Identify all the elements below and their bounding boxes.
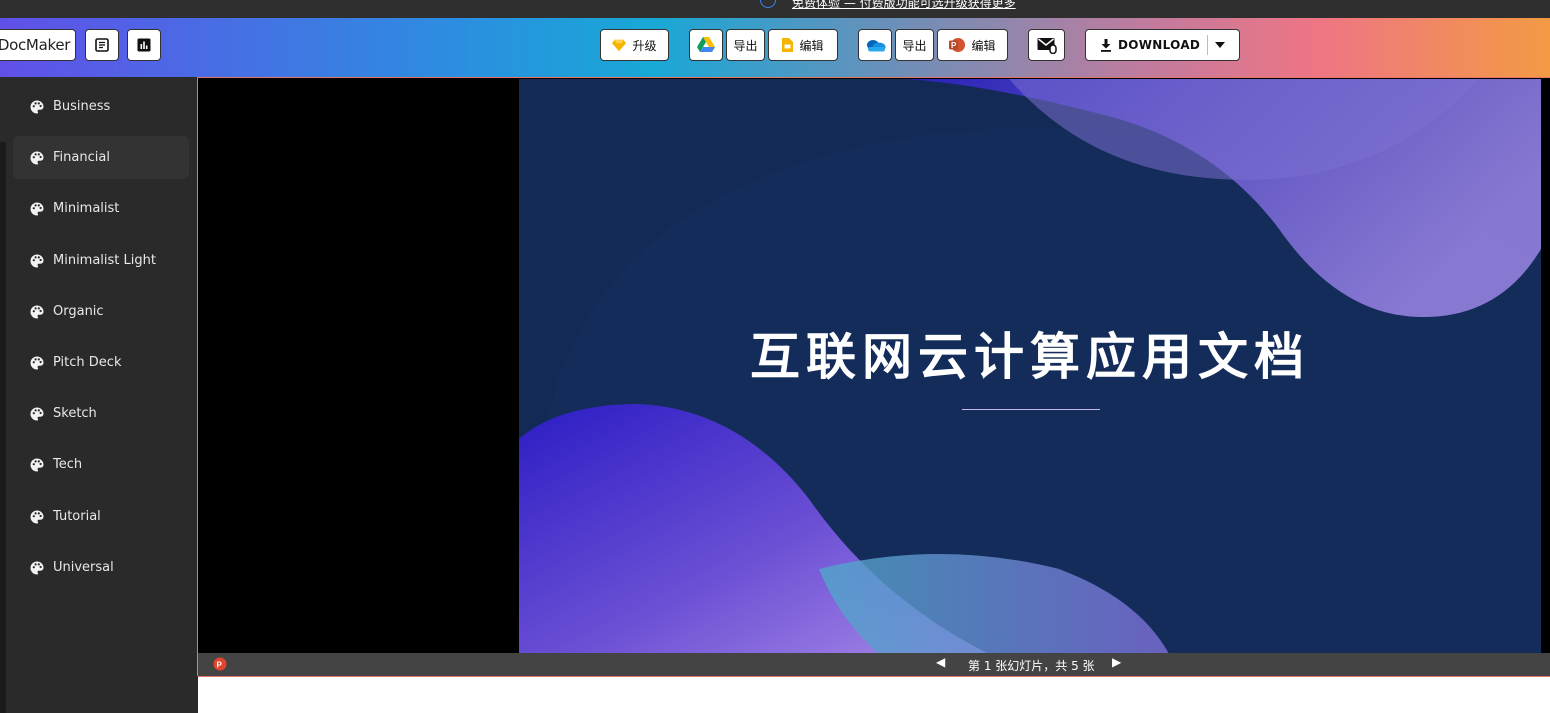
slide-counter: 第 1 张幻灯片，共 5 张 [968, 659, 1095, 673]
logo-button[interactable]: DocMaker [0, 29, 76, 61]
sidebar-item-sketch[interactable]: Sketch [13, 392, 189, 435]
sidebar-item-label: Financial [53, 150, 110, 165]
sidebar-item-minimalist-light[interactable]: Minimalist Light [13, 239, 189, 282]
palette-icon [30, 561, 44, 574]
google-drive-export-button[interactable]: 导出 [726, 29, 765, 61]
download-divider [1207, 35, 1208, 55]
slide-canvas[interactable]: 互联网云计算应用文档 [519, 79, 1541, 654]
download-dropdown-caret-icon[interactable] [1215, 42, 1225, 48]
palette-icon [30, 510, 44, 523]
chart-view-button[interactable] [127, 29, 161, 61]
sidebar-item-tutorial[interactable]: Tutorial [13, 495, 189, 538]
top-toolbar: DocMaker 升级 导出 编辑 导出 P 编辑 DOWNLOAD [0, 18, 1550, 77]
sidebar-item-financial[interactable]: Financial [13, 136, 189, 179]
palette-icon [30, 254, 44, 267]
sidebar-item-label: Tutorial [53, 509, 101, 524]
download-button[interactable]: DOWNLOAD [1085, 29, 1240, 61]
onedrive-cloud-icon [867, 40, 886, 52]
sidebar-item-label: Sketch [53, 406, 97, 421]
sidebar-item-label: Universal [53, 560, 114, 575]
powerpoint-edit-button[interactable]: P 编辑 [937, 29, 1008, 61]
sidebar-item-label: Business [53, 99, 111, 114]
sidebar-item-minimalist[interactable]: Minimalist [13, 187, 189, 230]
diamond-icon [612, 39, 627, 52]
next-slide-button[interactable]: ▶ [1112, 655, 1121, 669]
svg-text:P: P [951, 41, 957, 50]
powerpoint-edit-label: 编辑 [971, 38, 996, 53]
slide-status-bar: P ◀ 第 1 张幻灯片，共 5 张 ▶ [198, 653, 1550, 677]
bar-chart-icon [137, 38, 151, 52]
sidebar-item-label: Organic [53, 304, 104, 319]
upgrade-label: 升级 [632, 38, 657, 53]
google-drive-button[interactable] [689, 29, 723, 61]
mail-attachment-icon [1037, 38, 1057, 54]
info-icon [760, 0, 776, 8]
previous-slide-button[interactable]: ◀ [936, 655, 945, 669]
google-slides-icon [782, 38, 794, 52]
bottom-panel [198, 677, 1550, 713]
google-drive-icon [697, 37, 715, 52]
google-slides-edit-button[interactable]: 编辑 [768, 29, 838, 61]
sidebar-item-label: Minimalist Light [53, 253, 156, 268]
sidebar-item-business[interactable]: Business [13, 85, 189, 128]
sidebar-item-label: Tech [53, 457, 83, 472]
svg-text:P: P [217, 661, 223, 670]
sidebar-item-universal[interactable]: Universal [13, 546, 189, 589]
palette-icon [30, 458, 44, 471]
sidebar-item-tech[interactable]: Tech [13, 443, 189, 486]
notice-bar: 免费体验 — 付费版功能可选升级获得更多 [0, 0, 1550, 18]
palette-icon [30, 202, 44, 215]
palette-icon [30, 151, 44, 164]
palette-icon [30, 100, 44, 113]
document-icon [95, 38, 109, 52]
sidebar-edge [0, 142, 6, 713]
document-view-button[interactable] [85, 29, 119, 61]
google-slides-edit-label: 编辑 [799, 38, 824, 53]
onedrive-export-button[interactable]: 导出 [895, 29, 934, 61]
email-button[interactable] [1028, 29, 1065, 61]
download-label: DOWNLOAD [1118, 38, 1201, 52]
upgrade-button[interactable]: 升级 [600, 29, 669, 61]
viewer-right-edge [1541, 79, 1550, 654]
slide-title: 互联网云计算应用文档 [750, 328, 1310, 386]
slide-viewer: 互联网云计算应用文档 [197, 77, 1550, 676]
palette-icon [30, 407, 44, 420]
sidebar-item-pitch-deck[interactable]: Pitch Deck [13, 341, 189, 384]
onedrive-button[interactable] [858, 29, 892, 61]
sidebar-item-label: Minimalist [53, 201, 120, 216]
notice-link[interactable]: 免费体验 — 付费版功能可选升级获得更多 [792, 0, 1016, 11]
powerpoint-icon: P [949, 38, 966, 52]
sidebar-item-label: Pitch Deck [53, 355, 122, 370]
slide-title-underline [962, 409, 1100, 410]
sidebar-item-organic[interactable]: Organic [13, 290, 189, 333]
download-icon [1101, 38, 1111, 52]
powerpoint-file-icon: P [213, 657, 227, 671]
palette-icon [30, 356, 44, 369]
theme-sidebar: Business Financial Minimalist Minimalist Li… [0, 77, 197, 713]
palette-icon [30, 305, 44, 318]
